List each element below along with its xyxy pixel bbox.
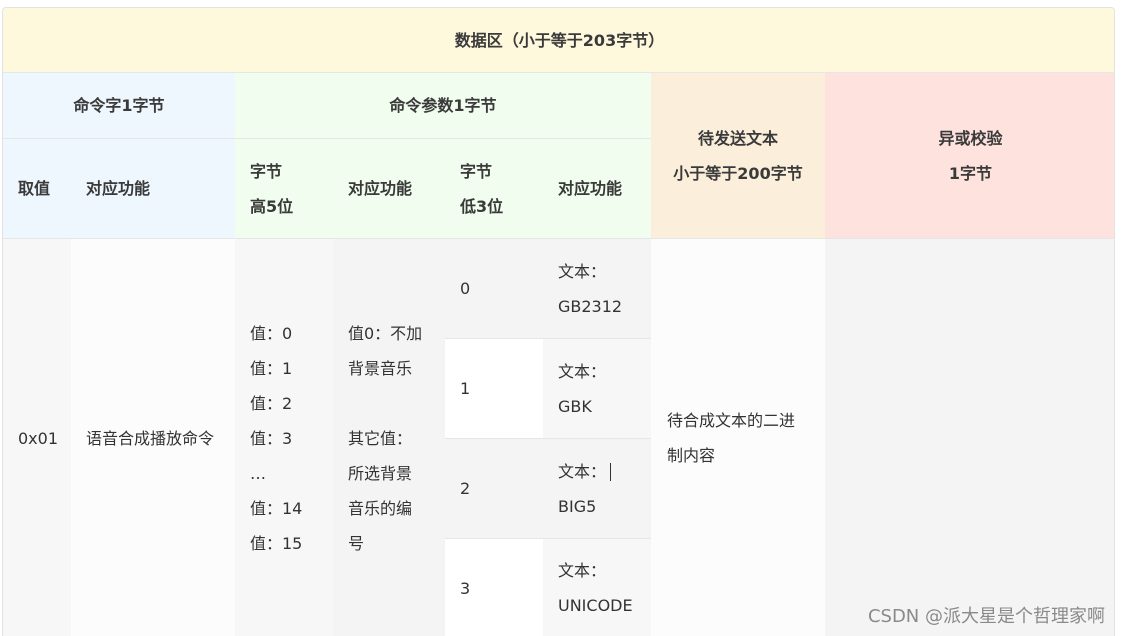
encoding-label: 文本： <box>558 561 607 580</box>
encoding-code: GB2312 <box>558 296 623 316</box>
table-title: 数据区（小于等于203字节） <box>3 8 1114 73</box>
col-header-high5-line2: 高5位 <box>250 196 294 216</box>
high5-value: 值：15 <box>250 533 303 553</box>
encoding-cell: 文本： GBK <box>543 339 651 439</box>
bgm-line: 所选背景 <box>348 463 413 483</box>
cell-bgm-description: 值0：不加 背景音乐 其它值： 所选背景 音乐的编 号 <box>333 239 445 636</box>
bgm-line: 号 <box>348 533 365 553</box>
header-xor-check: 异或校验 1字节 <box>825 73 1114 239</box>
high5-value: 值：2 <box>250 393 293 413</box>
bgm-spacer <box>348 386 422 421</box>
cell-function: 语音合成播放命令 <box>71 239 235 636</box>
cell-xor-check <box>825 239 1114 636</box>
low3-value: 1 <box>445 339 543 439</box>
encoding-code: GBK <box>558 396 592 416</box>
col-header-function3: 对应功能 <box>543 139 651 239</box>
cell-text-content: 待合成文本的二进制内容 <box>651 239 825 636</box>
col-header-function2: 对应功能 <box>333 139 445 239</box>
cell-high5-values: 值：0 值：1 值：2 值：3 … 值：14 值：15 <box>235 239 333 636</box>
bgm-line: 值0：不加 <box>348 323 423 343</box>
high5-value: 值：0 <box>250 323 293 343</box>
header-xor-line1: 异或校验 <box>938 128 1003 148</box>
col-header-low3-line2: 低3位 <box>460 196 504 216</box>
cell-value: 0x01 <box>3 239 71 636</box>
encoding-code: UNICODE <box>558 596 633 615</box>
encoding-cell: 文本： GB2312 <box>543 239 651 339</box>
bgm-line: 音乐的编 <box>348 498 413 518</box>
data-area-table: 数据区（小于等于203字节） 命令字1字节 命令参数1字节 待发送文本 小于等于… <box>2 7 1115 636</box>
encoding-label: 文本： <box>558 361 607 381</box>
encoding-label: 文本： <box>558 261 607 281</box>
high5-value: 值：1 <box>250 358 293 378</box>
col-header-value: 取值 <box>3 139 71 239</box>
col-header-function: 对应功能 <box>71 139 235 239</box>
low3-value: 3 <box>445 539 543 636</box>
header-xor-line2: 1字节 <box>948 163 993 183</box>
col-header-high5-line1: 字节 <box>250 161 283 181</box>
header-command-param: 命令参数1字节 <box>235 73 651 139</box>
high5-value: 值：14 <box>250 498 303 518</box>
bgm-line: 其它值： <box>348 428 413 448</box>
encoding-cell: 文本： UNICODE <box>543 539 651 636</box>
encoding-cell: 文本： BIG5 <box>543 439 651 539</box>
text-cursor <box>610 463 612 481</box>
low3-value: 2 <box>445 439 543 539</box>
header-send-text-line2: 小于等于200字节 <box>673 163 803 183</box>
header-command-word: 命令字1字节 <box>3 73 235 139</box>
header-send-text-line1: 待发送文本 <box>697 128 778 148</box>
col-header-low3: 字节 低3位 <box>445 139 543 239</box>
header-send-text: 待发送文本 小于等于200字节 <box>651 73 825 239</box>
encoding-code: BIG5 <box>558 496 597 516</box>
col-header-low3-line1: 字节 <box>460 161 493 181</box>
col-header-high5: 字节 高5位 <box>235 139 333 239</box>
encoding-label: 文本： <box>558 461 607 481</box>
low3-value: 0 <box>445 239 543 339</box>
high5-value: … <box>250 463 266 483</box>
high5-value: 值：3 <box>250 428 293 448</box>
watermark: CSDN @派大星是个哲理家啊 <box>867 606 1105 627</box>
bgm-line: 背景音乐 <box>348 358 413 378</box>
